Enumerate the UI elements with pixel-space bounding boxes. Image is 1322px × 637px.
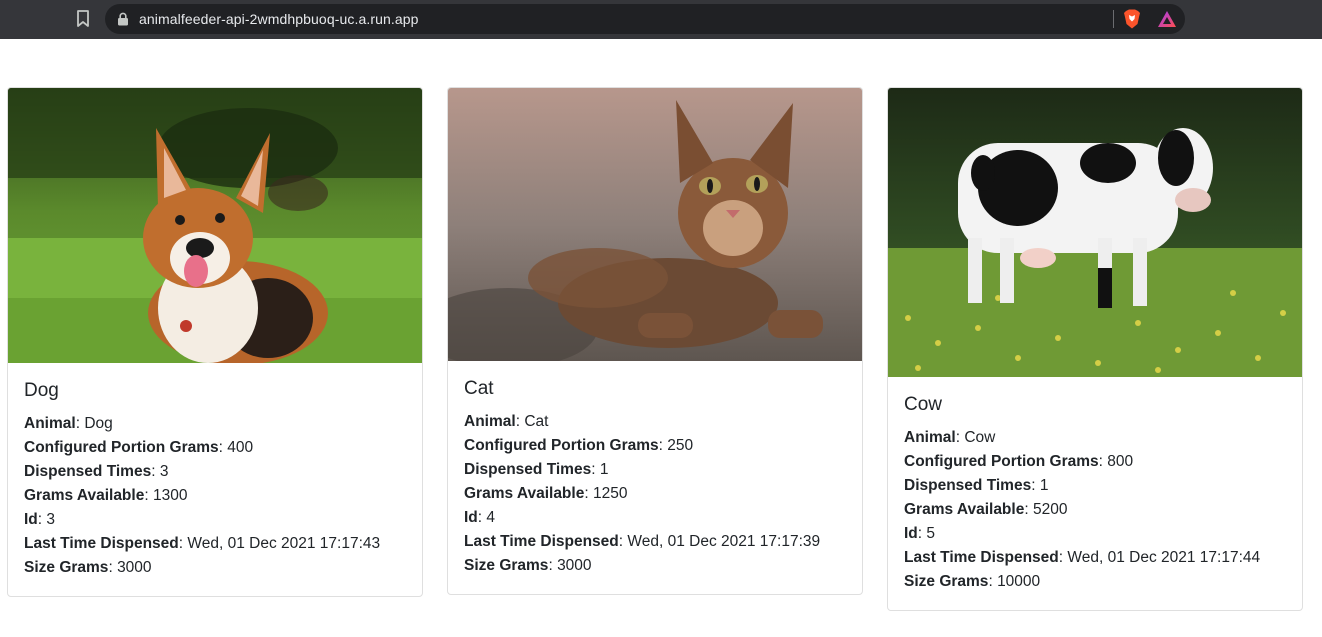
field-value: Dog (84, 415, 113, 432)
card-title: Dog (24, 380, 59, 401)
tabby-cat-photo (448, 88, 862, 361)
field-label: Dispensed Times (464, 461, 592, 478)
field-portion: Configured Portion Grams: 250 (464, 437, 694, 454)
field-available: Grams Available: 5200 (904, 501, 1068, 518)
field-size: Size Grams: 3000 (464, 557, 592, 574)
card-title: Cow (904, 394, 943, 415)
field-label: Configured Portion Grams (904, 453, 1099, 470)
field-value: 3 (46, 511, 56, 528)
field-value: 5 (926, 525, 936, 542)
field-label: Configured Portion Grams (24, 439, 219, 456)
field-label: Size Grams (24, 559, 109, 576)
field-id: Id: 4 (464, 509, 496, 526)
field-last-dispensed: Last Time Dispensed: Wed, 01 Dec 2021 17… (24, 535, 381, 552)
field-dispensed: Dispensed Times: 3 (24, 463, 169, 480)
brave-rewards-icon[interactable] (1157, 10, 1177, 28)
field-id: Id: 3 (24, 511, 56, 528)
field-value: 3000 (557, 557, 592, 574)
field-label: Id (24, 511, 38, 528)
animal-card-dog: Dog Animal: Dog Configured Portion Grams… (7, 87, 423, 597)
card-body: Cow Animal: Cow Configured Portion Grams… (888, 377, 1302, 610)
field-value: Wed, 01 Dec 2021 17:17:43 (187, 535, 381, 552)
field-value: Cat (524, 413, 549, 430)
field-label: Dispensed Times (24, 463, 152, 480)
field-label: Animal (24, 415, 76, 432)
field-label: Size Grams (904, 573, 989, 590)
field-value: Cow (964, 429, 996, 446)
field-portion: Configured Portion Grams: 400 (24, 439, 254, 456)
card-body: Dog Animal: Dog Configured Portion Grams… (8, 363, 422, 596)
bookmark-icon[interactable] (76, 10, 90, 28)
field-label: Grams Available (24, 487, 145, 504)
field-animal: Animal: Cow (904, 429, 996, 446)
field-label: Last Time Dispensed (904, 549, 1059, 566)
field-label: Grams Available (464, 485, 585, 502)
animal-card-cat: Cat Animal: Cat Configured Portion Grams… (447, 87, 863, 595)
field-value: 4 (486, 509, 496, 526)
address-bar[interactable]: animalfeeder-api-2wmdhpbuoq-uc.a.run.app (105, 4, 1185, 34)
field-value: 5200 (1032, 501, 1068, 518)
field-value: 3000 (117, 559, 152, 576)
field-label: Last Time Dispensed (464, 533, 619, 550)
field-value: 3 (159, 463, 169, 480)
field-portion: Configured Portion Grams: 800 (904, 453, 1134, 470)
field-animal: Animal: Dog (24, 415, 113, 432)
field-value: 1 (599, 461, 609, 478)
field-dispensed: Dispensed Times: 1 (904, 477, 1049, 494)
holstein-cow-photo (888, 88, 1302, 377)
field-value: 800 (1107, 453, 1134, 470)
field-size: Size Grams: 3000 (24, 559, 152, 576)
card-body: Cat Animal: Cat Configured Portion Grams… (448, 361, 862, 594)
brave-shield-icon[interactable] (1123, 9, 1141, 29)
field-label: Animal (464, 413, 516, 430)
field-value: 250 (667, 437, 694, 454)
field-label: Size Grams (464, 557, 549, 574)
browser-toolbar: animalfeeder-api-2wmdhpbuoq-uc.a.run.app (0, 0, 1322, 39)
field-value: 1 (1039, 477, 1049, 494)
field-value: 10000 (997, 573, 1041, 590)
url-text[interactable]: animalfeeder-api-2wmdhpbuoq-uc.a.run.app (139, 11, 419, 27)
field-value: Wed, 01 Dec 2021 17:17:44 (1067, 549, 1261, 566)
field-label: Dispensed Times (904, 477, 1032, 494)
field-label: Id (464, 509, 478, 526)
field-id: Id: 5 (904, 525, 936, 542)
corgi-dog-photo (8, 88, 422, 363)
field-value: 400 (227, 439, 254, 456)
lock-icon[interactable] (117, 12, 129, 26)
field-available: Grams Available: 1300 (24, 487, 188, 504)
field-value: Wed, 01 Dec 2021 17:17:39 (627, 533, 821, 550)
field-animal: Animal: Cat (464, 413, 549, 430)
field-label: Last Time Dispensed (24, 535, 179, 552)
field-value: 1250 (592, 485, 628, 502)
field-available: Grams Available: 1250 (464, 485, 628, 502)
field-last-dispensed: Last Time Dispensed: Wed, 01 Dec 2021 17… (904, 549, 1261, 566)
field-last-dispensed: Last Time Dispensed: Wed, 01 Dec 2021 17… (464, 533, 821, 550)
field-label: Grams Available (904, 501, 1025, 518)
field-size: Size Grams: 10000 (904, 573, 1041, 590)
address-bar-divider (1113, 10, 1114, 28)
card-title: Cat (464, 378, 494, 399)
field-label: Id (904, 525, 918, 542)
field-dispensed: Dispensed Times: 1 (464, 461, 609, 478)
field-label: Configured Portion Grams (464, 437, 659, 454)
field-label: Animal (904, 429, 956, 446)
field-value: 1300 (152, 487, 188, 504)
animal-card-cow: Cow Animal: Cow Configured Portion Grams… (887, 87, 1303, 611)
